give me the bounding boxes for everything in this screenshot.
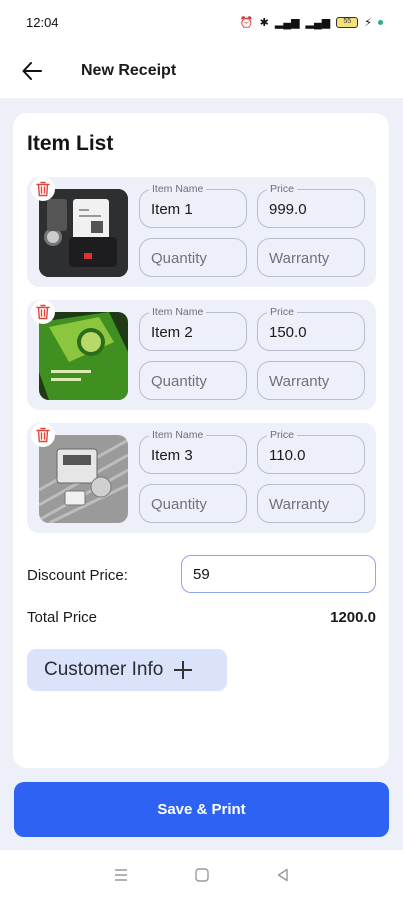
signal-icon: ▂▄▆ bbox=[274, 16, 300, 29]
delete-item-button[interactable] bbox=[31, 177, 55, 201]
signal-icon-2: ▂▄▆ bbox=[305, 16, 331, 29]
quantity-field[interactable]: Quantity bbox=[139, 238, 247, 277]
quantity-field[interactable]: Quantity bbox=[139, 484, 247, 523]
warranty-placeholder: Warranty bbox=[269, 373, 330, 390]
item-name-field[interactable]: Item Name Item 3 bbox=[139, 429, 247, 474]
plus-icon bbox=[174, 661, 193, 679]
item-row: Item Name Item 3 Price 110.0 Quantity Wa… bbox=[27, 423, 376, 533]
item-name-value: Item 1 bbox=[151, 201, 193, 218]
item-list-title: Item List bbox=[27, 132, 114, 155]
item-name-label: Item Name bbox=[149, 429, 207, 441]
item-name-label: Item Name bbox=[149, 183, 207, 195]
warranty-field[interactable]: Warranty bbox=[257, 361, 365, 400]
charging-icon: ⚡ bbox=[364, 16, 372, 29]
warranty-placeholder: Warranty bbox=[269, 496, 330, 513]
system-nav-bar bbox=[0, 850, 403, 900]
delete-item-button[interactable] bbox=[31, 300, 55, 324]
trash-icon bbox=[36, 181, 50, 197]
status-bar: 12:04 ⏰ ✱ ▂▄▆ ▂▄▆ 55 ⚡ bbox=[0, 0, 403, 44]
customer-info-label: Customer Info bbox=[44, 659, 164, 680]
notification-dot-icon bbox=[378, 19, 383, 25]
item-name-value: Item 2 bbox=[151, 324, 193, 341]
price-value: 999.0 bbox=[269, 201, 307, 218]
menu-icon[interactable] bbox=[109, 863, 133, 887]
warranty-placeholder: Warranty bbox=[269, 250, 330, 267]
back-triangle-icon[interactable] bbox=[271, 863, 295, 887]
trash-icon bbox=[36, 427, 50, 443]
delete-item-button[interactable] bbox=[31, 423, 55, 447]
back-arrow-icon[interactable] bbox=[20, 59, 44, 83]
quantity-placeholder: Quantity bbox=[151, 250, 207, 267]
battery-icon: 55 bbox=[336, 16, 359, 28]
home-icon[interactable] bbox=[190, 863, 214, 887]
item-name-field[interactable]: Item Name Item 1 bbox=[139, 183, 247, 228]
price-label: Price bbox=[267, 306, 297, 318]
bluetooth-icon: ✱ bbox=[259, 16, 269, 29]
price-field[interactable]: Price 110.0 bbox=[257, 429, 365, 474]
item-row: Item Name Item 1 Price 999.0 Quantity Wa… bbox=[27, 177, 376, 287]
price-label: Price bbox=[267, 183, 297, 195]
price-field[interactable]: Price 999.0 bbox=[257, 183, 365, 228]
quantity-placeholder: Quantity bbox=[151, 496, 207, 513]
discount-label: Discount Price: bbox=[27, 567, 128, 584]
item-name-field[interactable]: Item Name Item 2 bbox=[139, 306, 247, 351]
item-photo bbox=[39, 435, 128, 523]
item-photo bbox=[39, 189, 128, 277]
status-icons: ⏰ ✱ ▂▄▆ ▂▄▆ 55 ⚡ bbox=[240, 16, 383, 29]
customer-info-button[interactable]: Customer Info bbox=[27, 649, 227, 691]
price-value: 110.0 bbox=[269, 447, 306, 464]
item-row: Item Name Item 2 Price 150.0 Quantity Wa… bbox=[27, 300, 376, 410]
item-photo bbox=[39, 312, 128, 400]
app-bar: New Receipt bbox=[0, 44, 403, 98]
save-print-button[interactable]: Save & Print bbox=[14, 782, 389, 837]
quantity-placeholder: Quantity bbox=[151, 373, 207, 390]
warranty-field[interactable]: Warranty bbox=[257, 238, 365, 277]
discount-input[interactable] bbox=[181, 555, 376, 593]
warranty-field[interactable]: Warranty bbox=[257, 484, 365, 523]
price-value: 150.0 bbox=[269, 324, 307, 341]
status-time: 12:04 bbox=[26, 14, 59, 30]
alarm-icon: ⏰ bbox=[239, 16, 254, 29]
quantity-field[interactable]: Quantity bbox=[139, 361, 247, 400]
total-price-value: 1200.0 bbox=[330, 609, 376, 626]
page-title: New Receipt bbox=[81, 62, 177, 79]
item-name-value: Item 3 bbox=[151, 447, 193, 464]
price-label: Price bbox=[267, 429, 297, 441]
item-name-label: Item Name bbox=[149, 306, 207, 318]
trash-icon bbox=[36, 304, 50, 320]
total-price-label: Total Price bbox=[27, 609, 98, 626]
price-field[interactable]: Price 150.0 bbox=[257, 306, 365, 351]
